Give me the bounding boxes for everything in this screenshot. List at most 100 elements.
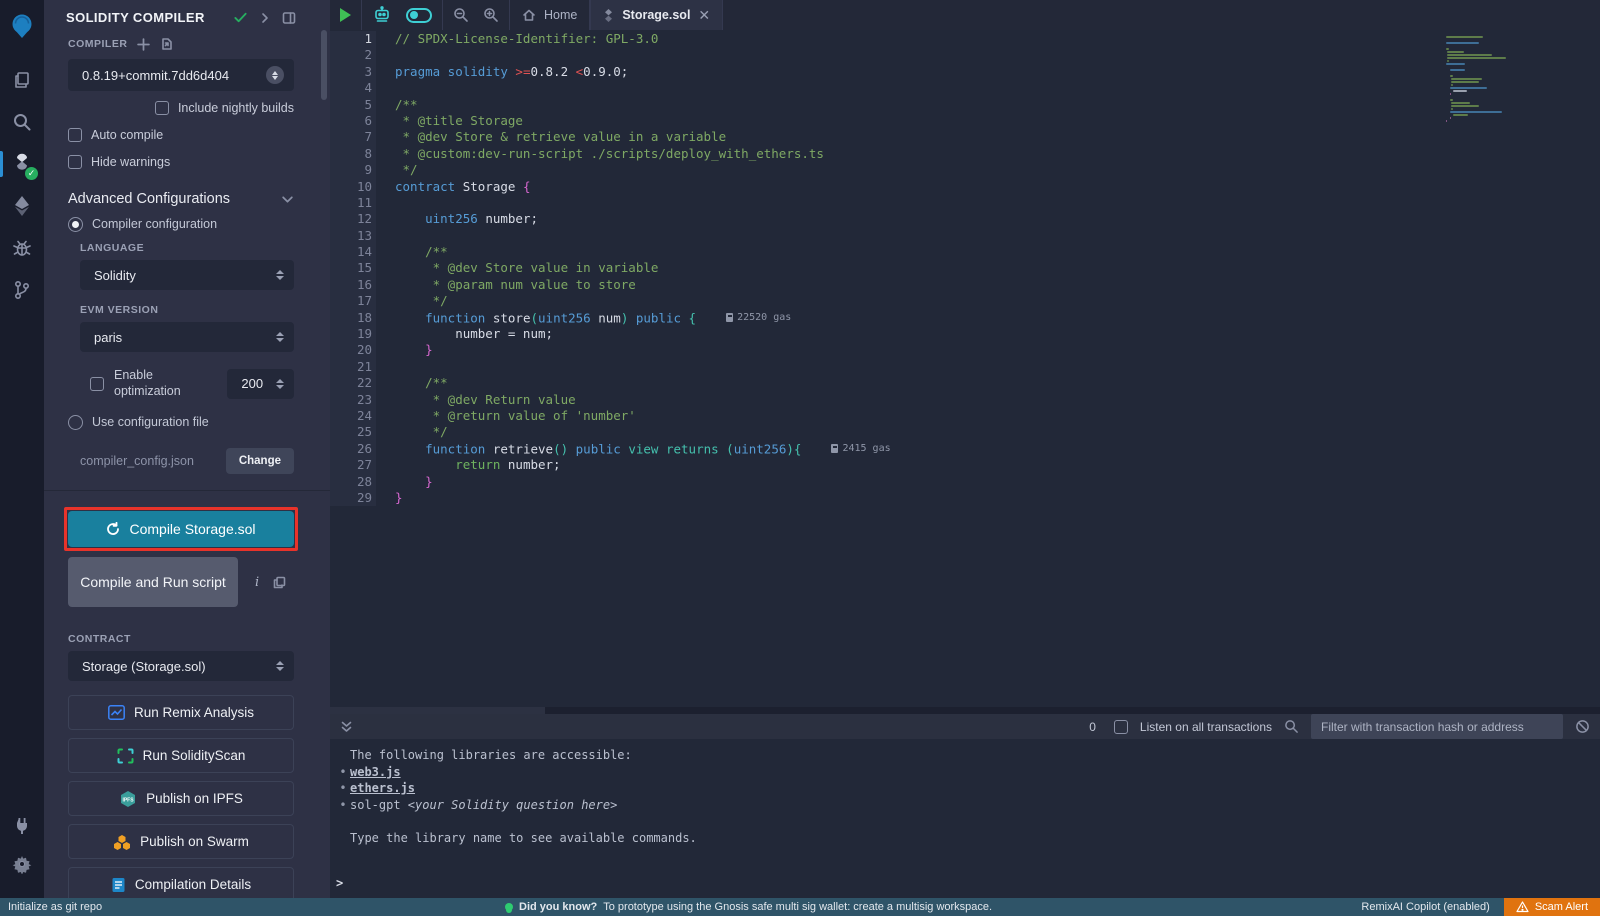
auto-compile-checkbox[interactable] xyxy=(68,128,82,142)
code-line-25[interactable]: 25 */ xyxy=(330,424,1600,440)
listen-transactions-checkbox[interactable] xyxy=(1114,720,1128,734)
line-number[interactable]: 7 xyxy=(330,129,376,145)
line-number[interactable]: 9 xyxy=(330,162,376,178)
code-editor[interactable]: 1// SPDX-License-Identifier: GPL-3.023pr… xyxy=(330,30,1600,707)
line-number[interactable]: 4 xyxy=(330,80,376,96)
scam-alert-badge[interactable]: Scam Alert xyxy=(1504,898,1600,916)
terminal-resize-handle[interactable] xyxy=(330,707,1600,714)
info-icon[interactable]: i xyxy=(255,575,259,590)
line-number[interactable]: 5 xyxy=(330,97,376,113)
sidebar-icon-solidity-compiler[interactable]: ✓ xyxy=(0,144,44,184)
line-number[interactable]: 23 xyxy=(330,392,376,408)
sidebar-icon-search[interactable] xyxy=(0,102,44,142)
code-line-19[interactable]: 19 number = num; xyxy=(330,326,1600,342)
zoom-in-icon[interactable] xyxy=(483,7,499,23)
copilot-status[interactable]: RemixAI Copilot (enabled) xyxy=(1361,901,1489,913)
close-tab-icon[interactable]: ✕ xyxy=(698,7,710,24)
panel-scrollbar[interactable] xyxy=(321,30,327,100)
code-line-14[interactable]: 14 /** xyxy=(330,244,1600,260)
code-line-24[interactable]: 24 * @return value of 'number' xyxy=(330,408,1600,424)
run-remix-analysis-button[interactable]: Run Remix Analysis xyxy=(68,695,294,730)
compilation-details-button[interactable]: Compilation Details xyxy=(68,867,294,898)
sidebar-icon-file-explorer[interactable] xyxy=(0,60,44,100)
line-number[interactable]: 17 xyxy=(330,293,376,309)
search-icon[interactable] xyxy=(1284,719,1299,734)
pin-panel-icon[interactable] xyxy=(282,11,296,25)
enable-optimization-checkbox[interactable] xyxy=(90,377,104,391)
line-number[interactable]: 2 xyxy=(330,47,376,63)
code-line-12[interactable]: 12 uint256 number; xyxy=(330,211,1600,227)
library-link[interactable]: web3.js xyxy=(350,764,401,781)
copy-icon[interactable] xyxy=(273,576,286,589)
config-file-name[interactable]: compiler_config.json xyxy=(80,454,194,468)
code-line-17[interactable]: 17 */ xyxy=(330,293,1600,309)
line-number[interactable]: 22 xyxy=(330,375,376,391)
code-line-4[interactable]: 4 xyxy=(330,80,1600,96)
version-stepper-icon[interactable] xyxy=(266,66,284,84)
minimap[interactable] xyxy=(1446,36,1532,123)
code-line-15[interactable]: 15 * @dev Store value in variable xyxy=(330,260,1600,276)
sidebar-icon-settings[interactable] xyxy=(0,844,44,884)
code-line-28[interactable]: 28 } xyxy=(330,474,1600,490)
code-line-22[interactable]: 22 /** xyxy=(330,375,1600,391)
use-configuration-file-radio[interactable] xyxy=(68,415,83,430)
code-line-26[interactable]: 26 function retrieve() public view retur… xyxy=(330,441,1600,457)
code-line-29[interactable]: 29} xyxy=(330,490,1600,506)
line-number[interactable]: 25 xyxy=(330,424,376,440)
code-line-11[interactable]: 11 xyxy=(330,195,1600,211)
line-number[interactable]: 29 xyxy=(330,490,376,506)
run-script-button[interactable] xyxy=(340,8,351,22)
line-number[interactable]: 11 xyxy=(330,195,376,211)
compiler-configuration-radio[interactable] xyxy=(68,217,83,232)
sidebar-icon-deploy-run[interactable] xyxy=(0,186,44,226)
include-nightly-checkbox[interactable] xyxy=(155,101,169,115)
remix-ai-robot-icon[interactable] xyxy=(372,6,392,25)
change-config-button[interactable]: Change xyxy=(226,448,294,474)
line-number[interactable]: 24 xyxy=(330,408,376,424)
code-line-10[interactable]: 10contract Storage { xyxy=(330,179,1600,195)
compiler-version-select[interactable]: 0.8.19+commit.7dd6d404 xyxy=(68,59,294,91)
line-number[interactable]: 6 xyxy=(330,113,376,129)
code-line-6[interactable]: 6 * @title Storage xyxy=(330,113,1600,129)
collapse-terminal-icon[interactable] xyxy=(340,720,353,734)
code-line-27[interactable]: 27 return number; xyxy=(330,457,1600,473)
library-link[interactable]: ethers.js xyxy=(350,780,415,797)
line-number[interactable]: 27 xyxy=(330,457,376,473)
line-number[interactable]: 15 xyxy=(330,260,376,276)
ai-copilot-toggle[interactable] xyxy=(406,8,432,23)
line-number[interactable]: 16 xyxy=(330,277,376,293)
sidebar-icon-git[interactable] xyxy=(0,270,44,310)
code-line-5[interactable]: 5/** xyxy=(330,97,1600,113)
tab-storage-sol[interactable]: Storage.sol ✕ xyxy=(590,0,723,30)
code-line-21[interactable]: 21 xyxy=(330,359,1600,375)
terminal-prompt[interactable]: > xyxy=(336,876,343,890)
run-solidityscan-button[interactable]: Run SolidityScan xyxy=(68,738,294,773)
sidebar-icon-plugin-manager[interactable] xyxy=(0,806,44,846)
line-number[interactable]: 21 xyxy=(330,359,376,375)
language-select[interactable]: Solidity xyxy=(80,260,294,290)
line-number[interactable]: 20 xyxy=(330,342,376,358)
line-number[interactable]: 3 xyxy=(330,64,376,80)
chevron-right-icon[interactable] xyxy=(259,12,271,24)
code-line-20[interactable]: 20 } xyxy=(330,342,1600,358)
line-number[interactable]: 12 xyxy=(330,211,376,227)
open-compiler-file-icon[interactable] xyxy=(160,37,174,51)
advanced-configurations-toggle[interactable]: Advanced Configurations xyxy=(68,191,294,207)
compile-button[interactable]: Compile Storage.sol xyxy=(68,511,294,547)
line-number[interactable]: 19 xyxy=(330,326,376,342)
hide-warnings-checkbox[interactable] xyxy=(68,155,82,169)
code-line-2[interactable]: 2 xyxy=(330,47,1600,63)
tab-home[interactable]: Home xyxy=(510,0,590,30)
code-line-1[interactable]: 1// SPDX-License-Identifier: GPL-3.0 xyxy=(330,31,1600,47)
git-init-status[interactable]: Initialize as git repo xyxy=(0,901,102,913)
code-line-3[interactable]: 3pragma solidity >=0.8.2 <0.9.0; xyxy=(330,64,1600,80)
sidebar-icon-debugger[interactable] xyxy=(0,228,44,268)
code-line-16[interactable]: 16 * @param num value to store xyxy=(330,277,1600,293)
line-number[interactable]: 14 xyxy=(330,244,376,260)
publish-swarm-button[interactable]: Publish on Swarm xyxy=(68,824,294,859)
compile-and-run-button[interactable]: Compile and Run script xyxy=(68,557,238,607)
line-number[interactable]: 18 xyxy=(330,310,376,326)
line-number[interactable]: 10 xyxy=(330,179,376,195)
zoom-out-icon[interactable] xyxy=(453,7,469,23)
line-number[interactable]: 28 xyxy=(330,474,376,490)
